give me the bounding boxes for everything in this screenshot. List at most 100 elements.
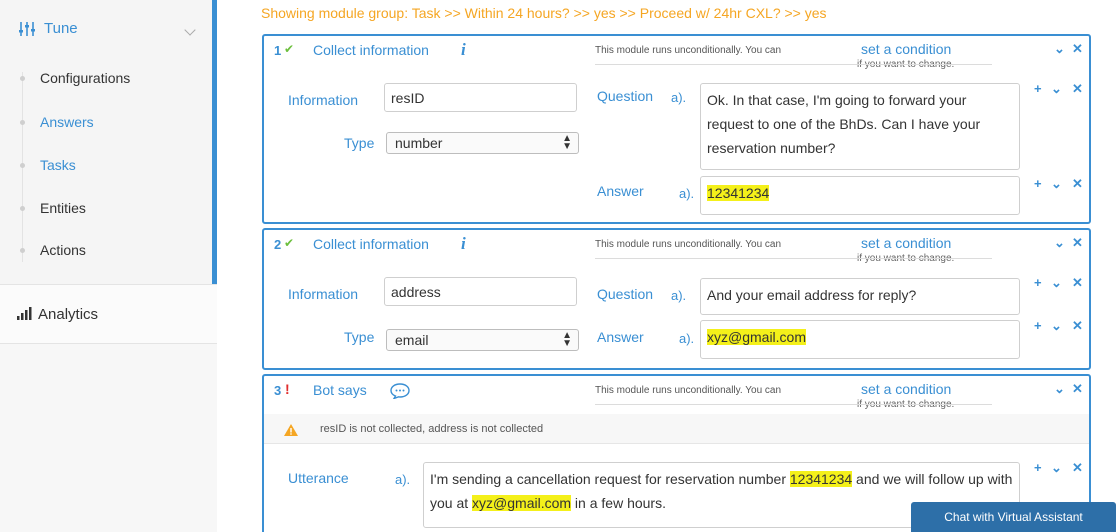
tune-section: Tune Configurations Answers Tasks Entiti… <box>0 0 217 284</box>
answer-field[interactable]: 12341234 <box>700 176 1020 215</box>
module-collect-information-2: 2 ✔ Collect information i This module ru… <box>262 228 1091 370</box>
answer-label: Answer <box>597 329 644 345</box>
close-icon[interactable]: ✕ <box>1072 235 1083 251</box>
information-label: Information <box>288 286 359 302</box>
condition-text: This module runs unconditionally. You ca… <box>595 385 782 396</box>
collapse-icon[interactable]: ⌄ <box>1051 460 1062 476</box>
type-label: Type <box>344 135 375 151</box>
module-number: 2 <box>274 237 282 252</box>
information-input[interactable]: address <box>384 277 577 306</box>
bullet-icon <box>20 75 25 81</box>
check-icon: ✔ <box>284 42 295 56</box>
module-title: Bot says <box>313 382 367 398</box>
analytics-label: Analytics <box>38 305 99 323</box>
answer-variant-letter: a). <box>679 331 695 346</box>
collapse-icon[interactable]: ⌄ <box>1054 235 1065 251</box>
type-select[interactable]: email ▲ ▼ <box>386 329 579 351</box>
chat-with-virtual-assistant-button[interactable]: Chat with Virtual Assistant <box>911 502 1116 532</box>
condition-text: This module runs unconditionally. You ca… <box>595 45 782 56</box>
add-answer-icon[interactable]: + <box>1034 176 1042 191</box>
answer-variant-letter: a). <box>679 186 695 201</box>
utterance-text: I'm sending a cancellation request for r… <box>430 471 790 487</box>
sidebar-item-analytics[interactable]: Analytics <box>0 284 217 344</box>
info-icon[interactable]: i <box>461 234 466 254</box>
divider <box>595 64 992 65</box>
collapse-icon[interactable]: ⌄ <box>1051 81 1062 97</box>
speech-bubble-icon[interactable] <box>390 383 410 399</box>
sidebar-item-configurations[interactable]: Configurations <box>20 70 130 86</box>
add-question-icon[interactable]: + <box>1034 81 1042 96</box>
collapse-icon[interactable]: ⌄ <box>1051 318 1062 334</box>
select-arrows-icon: ▲ ▼ <box>562 133 572 152</box>
close-icon[interactable]: ✕ <box>1072 460 1083 476</box>
info-icon[interactable]: i <box>461 40 466 60</box>
sidebar-item-tasks[interactable]: Tasks <box>20 157 76 173</box>
module-number: 1 <box>274 43 282 58</box>
warning-text: resID is not collected, address is not c… <box>320 423 544 435</box>
utterance-text: in a few hours. <box>571 495 666 511</box>
warning-icon <box>284 424 298 436</box>
question-label: Question <box>597 88 654 104</box>
tune-header[interactable]: Tune <box>18 20 78 37</box>
sidebar-item-answers[interactable]: Answers <box>20 114 94 130</box>
sidebar-item-label: Configurations <box>40 70 131 86</box>
information-input[interactable]: resID <box>384 83 577 112</box>
utterance-highlight-address: xyz@gmail.com <box>472 495 572 511</box>
sliders-icon <box>19 21 35 36</box>
sidebar-item-label: Actions <box>40 242 86 258</box>
add-answer-icon[interactable]: + <box>1034 318 1042 333</box>
bar-chart-icon <box>17 307 32 320</box>
question-label: Question <box>597 286 654 302</box>
collapse-icon[interactable]: ⌄ <box>1054 41 1065 57</box>
collapse-icon[interactable]: ⌄ <box>1054 381 1065 397</box>
close-icon[interactable]: ✕ <box>1072 381 1083 397</box>
active-section-bar <box>212 0 217 284</box>
module-title: Collect information <box>313 236 429 252</box>
type-label: Type <box>344 329 375 345</box>
check-icon: ✔ <box>284 236 295 250</box>
answer-label: Answer <box>597 183 644 199</box>
close-icon[interactable]: ✕ <box>1072 176 1083 192</box>
bullet-icon <box>20 205 25 211</box>
warning-banner: resID is not collected, address is not c… <box>264 414 1089 444</box>
utterance-variant-letter: a). <box>395 472 411 487</box>
sidebar: Tune Configurations Answers Tasks Entiti… <box>0 0 217 532</box>
question-variant-letter: a). <box>671 90 687 105</box>
bullet-icon <box>20 247 25 253</box>
sidebar-item-label: Entities <box>40 200 86 216</box>
sidebar-item-actions[interactable]: Actions <box>20 242 86 258</box>
divider <box>595 404 992 405</box>
close-icon[interactable]: ✕ <box>1072 318 1083 334</box>
error-icon: ! <box>285 381 290 397</box>
close-icon[interactable]: ✕ <box>1072 275 1083 291</box>
set-condition-link[interactable]: set a condition <box>861 381 951 397</box>
information-label: Information <box>288 92 359 108</box>
sidebar-item-entities[interactable]: Entities <box>20 200 86 216</box>
module-title: Collect information <box>313 42 429 58</box>
type-select[interactable]: number ▲ ▼ <box>386 132 579 154</box>
set-condition-link[interactable]: set a condition <box>861 235 951 251</box>
question-textarea[interactable]: Ok. In that case, I'm going to forward y… <box>700 83 1020 170</box>
collapse-icon[interactable]: ⌄ <box>1051 275 1062 291</box>
answer-value: 12341234 <box>707 185 770 201</box>
set-condition-link[interactable]: set a condition <box>861 41 951 57</box>
question-variant-letter: a). <box>671 288 687 303</box>
type-select-value: number <box>395 135 443 151</box>
close-icon[interactable]: ✕ <box>1072 41 1083 57</box>
type-select-value: email <box>395 332 429 348</box>
add-question-icon[interactable]: + <box>1034 275 1042 290</box>
utterance-label: Utterance <box>288 470 349 486</box>
collapse-icon[interactable]: ⌄ <box>1051 176 1062 192</box>
sidebar-item-label: Tasks <box>40 157 76 173</box>
add-utterance-icon[interactable]: + <box>1034 460 1042 475</box>
chevron-down-icon[interactable] <box>184 24 196 36</box>
answer-field[interactable]: xyz@gmail.com <box>700 320 1020 359</box>
module-number: 3 <box>274 383 282 398</box>
sidebar-item-label: Answers <box>40 114 94 130</box>
close-icon[interactable]: ✕ <box>1072 81 1083 97</box>
bullet-icon <box>20 119 25 125</box>
divider <box>595 258 992 259</box>
bullet-icon <box>20 162 25 168</box>
question-textarea[interactable]: And your email address for reply? <box>700 278 1020 315</box>
answer-value: xyz@gmail.com <box>707 329 807 345</box>
